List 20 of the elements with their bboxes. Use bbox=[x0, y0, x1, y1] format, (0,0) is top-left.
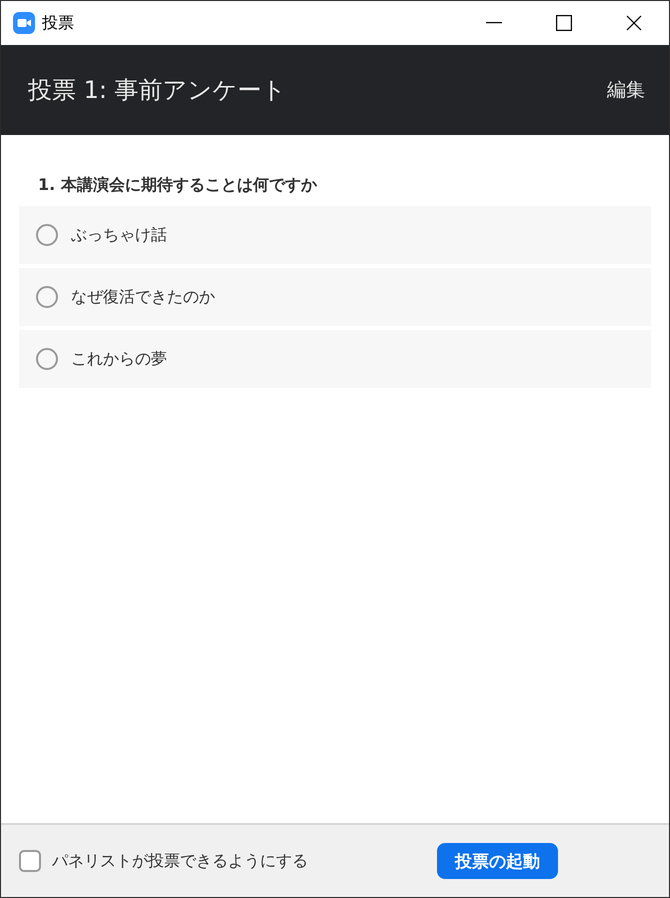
maximize-icon bbox=[556, 15, 572, 31]
close-icon bbox=[626, 15, 642, 31]
option-label: これからの夢 bbox=[71, 348, 167, 370]
poll-title: 投票 1: 事前アンケート bbox=[28, 75, 287, 106]
option-label: なぜ復活できたのか bbox=[71, 286, 215, 308]
window-title: 投票 bbox=[42, 12, 74, 34]
app-logo-icon bbox=[13, 12, 35, 34]
start-poll-button[interactable]: 投票の起動 bbox=[437, 843, 558, 879]
answer-option[interactable]: なぜ復活できたのか bbox=[19, 268, 651, 326]
radio-button[interactable] bbox=[36, 224, 58, 246]
checkbox-label: パネリストが投票できるようにする bbox=[52, 850, 308, 872]
radio-button[interactable] bbox=[36, 348, 58, 370]
edit-link[interactable]: 編集 bbox=[607, 77, 645, 103]
answer-option[interactable]: これからの夢 bbox=[19, 330, 651, 388]
answer-option[interactable]: ぶっちゃけ話 bbox=[19, 206, 651, 264]
option-label: ぶっちゃけ話 bbox=[71, 224, 167, 246]
question-text: 1. 本講演会に期待することは何ですか bbox=[38, 175, 318, 196]
checkbox[interactable] bbox=[19, 850, 41, 872]
radio-button[interactable] bbox=[36, 286, 58, 308]
minimize-icon bbox=[486, 22, 502, 24]
